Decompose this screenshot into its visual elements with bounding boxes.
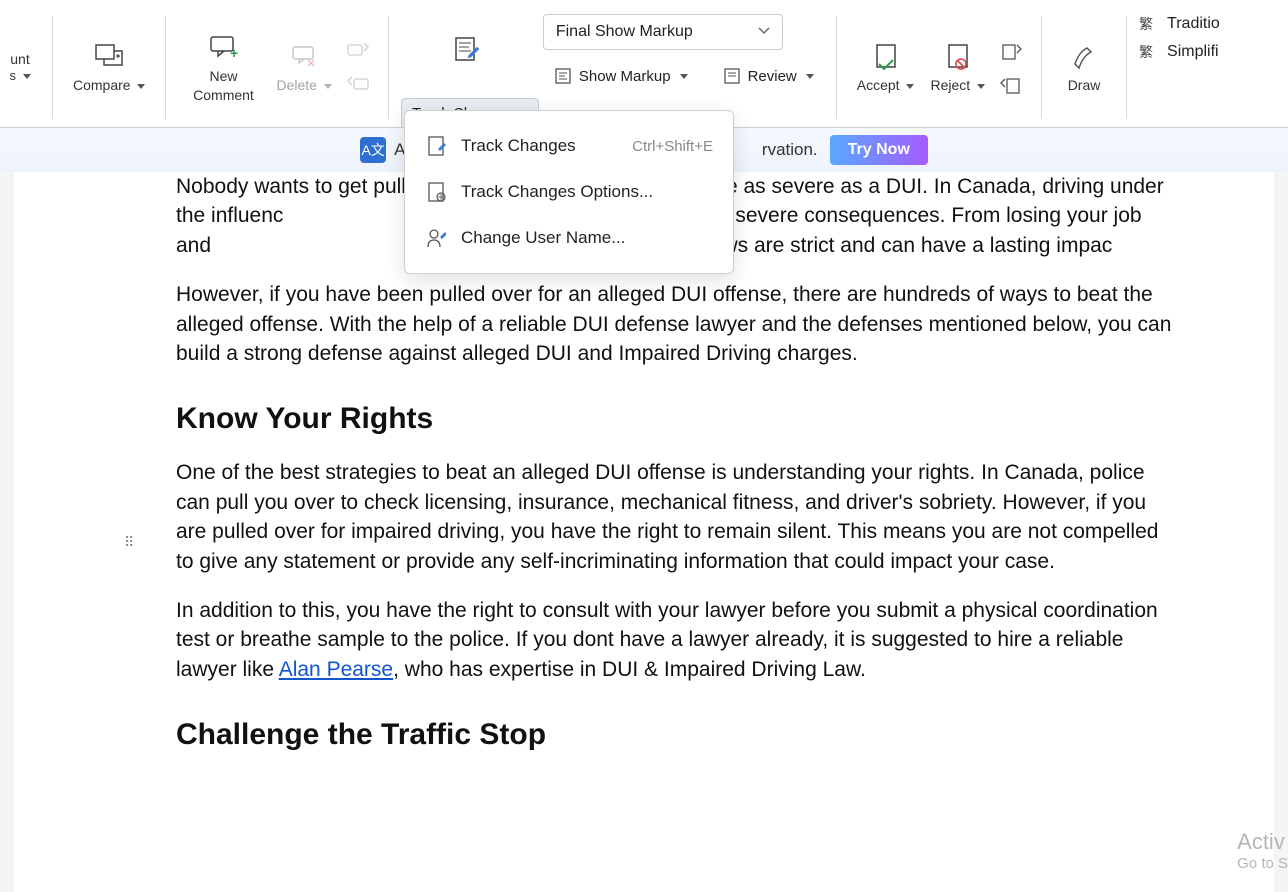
track-changes-dropdown: Track Changes Ctrl+Shift+E Track Changes… <box>404 110 734 274</box>
svg-text:繁: 繁 <box>1139 16 1153 32</box>
accept-button[interactable]: Accept <box>849 8 923 127</box>
show-markup-label: Show Markup <box>579 68 671 85</box>
drag-handle-icon[interactable]: ⠿ <box>124 534 136 551</box>
menu-change-user-name[interactable]: Change User Name... <box>405 215 733 261</box>
draw-icon <box>1068 40 1100 72</box>
paragraph: However, if you have been pulled over fo… <box>176 280 1174 368</box>
review-icon <box>722 66 742 86</box>
try-now-button[interactable]: Try Now <box>830 135 928 165</box>
show-markup-button[interactable]: Show Markup <box>543 60 698 92</box>
traditional-icon: 繁 <box>1137 14 1159 34</box>
traditional-button[interactable]: 繁 Traditio <box>1137 14 1220 34</box>
draw-button[interactable]: Draw <box>1054 8 1114 127</box>
link-alan-pearse[interactable]: Alan Pearse <box>279 658 393 681</box>
reject-button[interactable]: Reject <box>922 8 993 127</box>
review-button[interactable]: Review <box>712 60 824 92</box>
svg-text:+: + <box>230 45 238 60</box>
traditional-label: Traditio <box>1167 15 1220 33</box>
new-comment-label: New Comment <box>193 67 254 103</box>
page: ⠿ Nobody wants to get pulle as severe as… <box>14 172 1274 892</box>
accept-icon <box>870 40 902 72</box>
next-comment-icon[interactable] <box>344 71 372 99</box>
show-markup-icon <box>553 66 573 86</box>
delete-label: Delete <box>276 77 316 93</box>
chevron-down-icon <box>757 23 771 41</box>
menu-track-changes-label: Track Changes <box>461 136 576 156</box>
options-icon <box>425 181 447 203</box>
delete-comment-icon <box>288 40 320 72</box>
translate-icon: A文 <box>360 137 386 163</box>
new-comment-button[interactable]: + New Comment <box>178 8 268 127</box>
compare-icon <box>93 40 125 72</box>
menu-options-label: Track Changes Options... <box>461 182 653 202</box>
svg-text:繁: 繁 <box>1139 44 1153 60</box>
reject-label: Reject <box>930 77 970 93</box>
document-area: ⠿ Nobody wants to get pulle as severe as… <box>0 172 1288 892</box>
reject-icon <box>942 40 974 72</box>
prev-comment-icon[interactable] <box>344 37 372 65</box>
activate-windows-watermark: Activ Go to S <box>1237 829 1288 872</box>
menu-track-changes-options[interactable]: Track Changes Options... <box>405 169 733 215</box>
heading-challenge: Challenge the Traffic Stop <box>176 714 1174 756</box>
prev-change-icon[interactable] <box>997 37 1025 65</box>
menu-track-changes[interactable]: Track Changes Ctrl+Shift+E <box>405 123 733 169</box>
review-label: Review <box>748 68 797 85</box>
ribbon-toolbar: unt s Compare + New Comment Delete <box>0 0 1288 128</box>
draw-label: Draw <box>1068 76 1101 94</box>
compare-label: Compare <box>73 77 131 93</box>
new-comment-icon: + <box>207 31 239 63</box>
word-count-button[interactable]: unt s <box>0 8 40 127</box>
simplified-button[interactable]: 繁 Simplifi <box>1137 42 1220 62</box>
count-label: unt <box>10 50 29 68</box>
simplified-icon: 繁 <box>1137 42 1159 62</box>
menu-change-user-label: Change User Name... <box>461 228 625 248</box>
compare-button[interactable]: Compare <box>65 8 153 127</box>
delete-comment-button[interactable]: Delete <box>268 8 339 127</box>
paragraph: In addition to this, you have the right … <box>176 596 1174 684</box>
accept-label: Accept <box>857 77 900 93</box>
infobar-text-right: rvation. <box>762 140 818 160</box>
markup-display-select[interactable]: Final Show Markup <box>543 14 783 50</box>
heading-know-rights: Know Your Rights <box>176 398 1174 440</box>
paragraph: One of the best strategies to beat an al… <box>176 458 1174 576</box>
track-changes-doc-icon <box>425 135 447 157</box>
user-icon <box>425 227 447 249</box>
track-changes-icon <box>450 34 482 66</box>
menu-shortcut: Ctrl+Shift+E <box>632 138 713 155</box>
markup-display-value: Final Show Markup <box>543 14 783 50</box>
next-change-icon[interactable] <box>997 71 1025 99</box>
simplified-label: Simplifi <box>1167 43 1219 61</box>
